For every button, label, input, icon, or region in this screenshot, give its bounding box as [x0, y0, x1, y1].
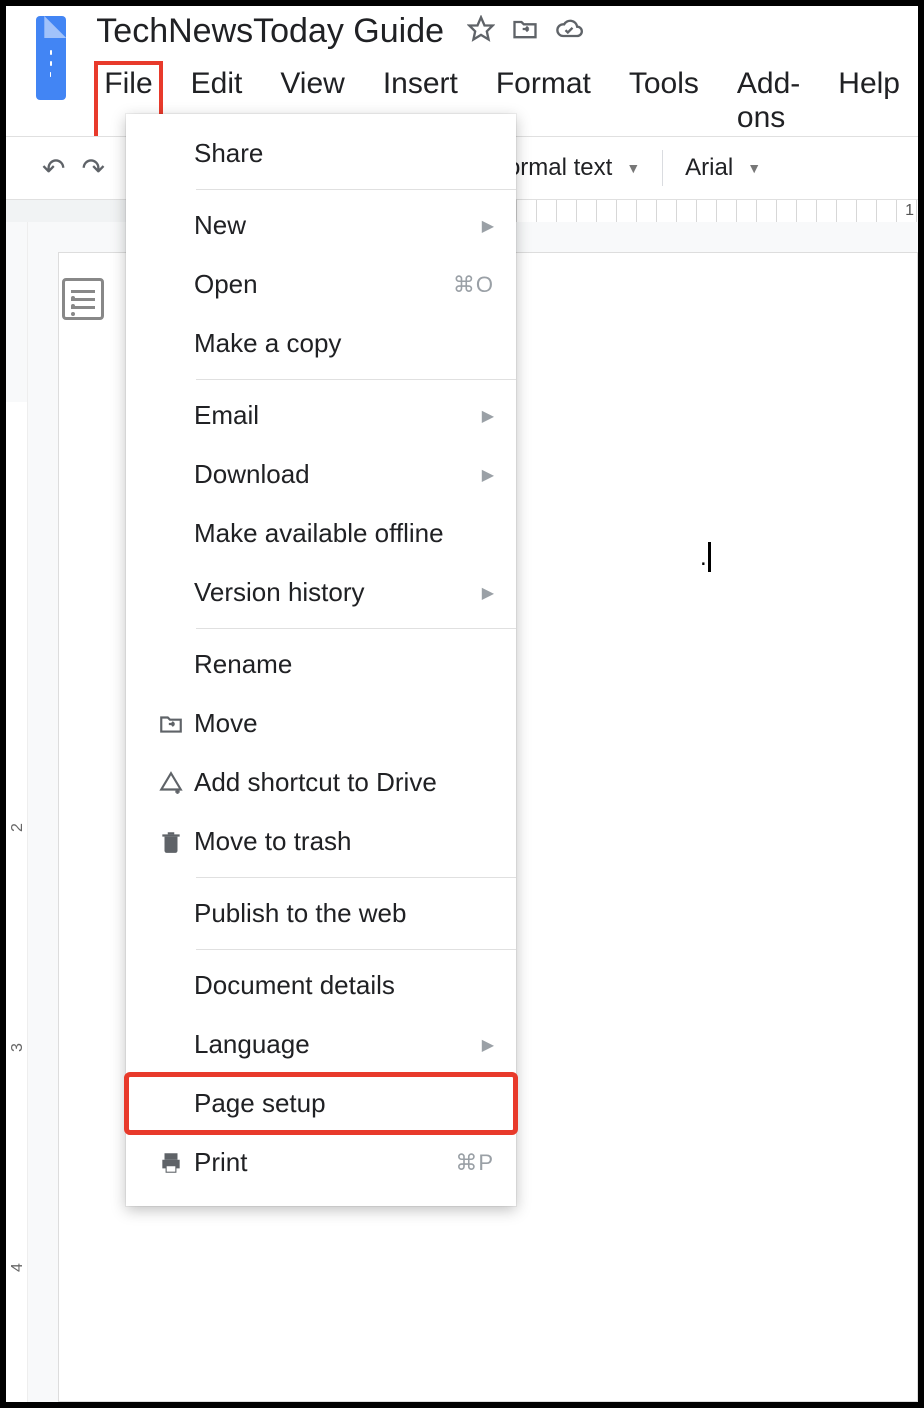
document-outline-icon[interactable] — [62, 278, 104, 320]
docs-logo-icon[interactable] — [36, 16, 66, 100]
toolbar-divider — [662, 150, 663, 186]
cloud-status-icon[interactable] — [555, 15, 583, 48]
menu-item-label: Language — [194, 1029, 482, 1060]
menu-item-publish[interactable]: Publish to the web — [126, 884, 516, 943]
menu-item-label: Document details — [194, 970, 494, 1001]
redo-icon[interactable]: ↷ — [81, 152, 104, 185]
menu-item-label: Download — [194, 459, 482, 490]
submenu-arrow-icon: ▶ — [482, 1035, 494, 1055]
submenu-arrow-icon: ▶ — [482, 583, 494, 603]
document-title[interactable]: TechNewsToday Guide — [96, 12, 444, 51]
menu-item-label: Page setup — [194, 1088, 494, 1119]
menu-item-language[interactable]: Language ▶ — [126, 1015, 516, 1074]
menu-tools[interactable]: Tools — [621, 63, 707, 139]
menu-item-label: Open — [194, 269, 453, 300]
menu-item-new[interactable]: New ▶ — [126, 196, 516, 255]
font-select[interactable]: Arial ▼ — [669, 154, 777, 182]
file-menu-dropdown: Share New ▶ Open ⌘O Make a copy Email ▶ … — [126, 114, 516, 1206]
menu-item-label: Publish to the web — [194, 898, 494, 929]
menu-item-label: Make available offline — [194, 518, 494, 549]
menu-item-make-copy[interactable]: Make a copy — [126, 314, 516, 373]
menu-addons[interactable]: Add-ons — [729, 63, 808, 139]
menu-help[interactable]: Help — [830, 63, 908, 139]
star-icon[interactable] — [467, 15, 495, 48]
vruler-number: 2 — [9, 823, 27, 832]
app-window: TechNewsToday Guide File Edit View Inser… — [0, 0, 924, 1408]
font-value: Arial — [685, 154, 733, 182]
menu-item-shortcut: ⌘O — [453, 272, 494, 298]
move-to-folder-icon[interactable] — [511, 15, 539, 48]
menu-item-email[interactable]: Email ▶ — [126, 386, 516, 445]
menu-item-label: Email — [194, 400, 482, 431]
trash-icon — [148, 829, 194, 855]
menu-item-label: Print — [194, 1147, 455, 1178]
menu-item-version-history[interactable]: Version history ▶ — [126, 563, 516, 622]
folder-move-icon — [148, 711, 194, 737]
submenu-arrow-icon: ▶ — [482, 406, 494, 426]
print-icon — [148, 1150, 194, 1176]
menu-item-shortcut: ⌘P — [455, 1150, 494, 1176]
menu-item-print[interactable]: Print ⌘P — [126, 1133, 516, 1192]
menu-item-label: Rename — [194, 649, 494, 680]
submenu-arrow-icon: ▶ — [482, 216, 494, 236]
submenu-arrow-icon: ▶ — [482, 465, 494, 485]
paragraph-style-value: ormal text — [507, 154, 612, 182]
chevron-down-icon: ▼ — [747, 160, 761, 176]
menu-item-offline[interactable]: Make available offline — [126, 504, 516, 563]
menu-item-label: Make a copy — [194, 328, 494, 359]
menu-item-label: New — [194, 210, 482, 241]
menu-item-add-shortcut[interactable]: Add shortcut to Drive — [126, 753, 516, 812]
text-cursor: . — [708, 542, 711, 572]
menu-item-download[interactable]: Download ▶ — [126, 445, 516, 504]
chevron-down-icon: ▼ — [626, 160, 640, 176]
menu-item-trash[interactable]: Move to trash — [126, 812, 516, 871]
undo-icon[interactable]: ↶ — [42, 152, 65, 185]
vruler-number: 4 — [9, 1263, 27, 1272]
menu-item-label: Share — [194, 138, 494, 169]
vertical-ruler[interactable]: 2 3 4 — [6, 222, 28, 1402]
menu-item-label: Version history — [194, 577, 482, 608]
menu-item-label: Move to trash — [194, 826, 494, 857]
menu-item-document-details[interactable]: Document details — [126, 956, 516, 1015]
menu-item-open[interactable]: Open ⌘O — [126, 255, 516, 314]
menu-item-rename[interactable]: Rename — [126, 635, 516, 694]
menu-item-label: Add shortcut to Drive — [194, 767, 494, 798]
menu-item-share[interactable]: Share — [126, 124, 516, 183]
menu-item-page-setup[interactable]: Page setup — [126, 1074, 516, 1133]
menu-item-label: Move — [194, 708, 494, 739]
vruler-number: 3 — [9, 1043, 27, 1052]
drive-shortcut-icon — [148, 770, 194, 796]
ruler-number: 1 — [905, 202, 914, 220]
menu-item-move[interactable]: Move — [126, 694, 516, 753]
